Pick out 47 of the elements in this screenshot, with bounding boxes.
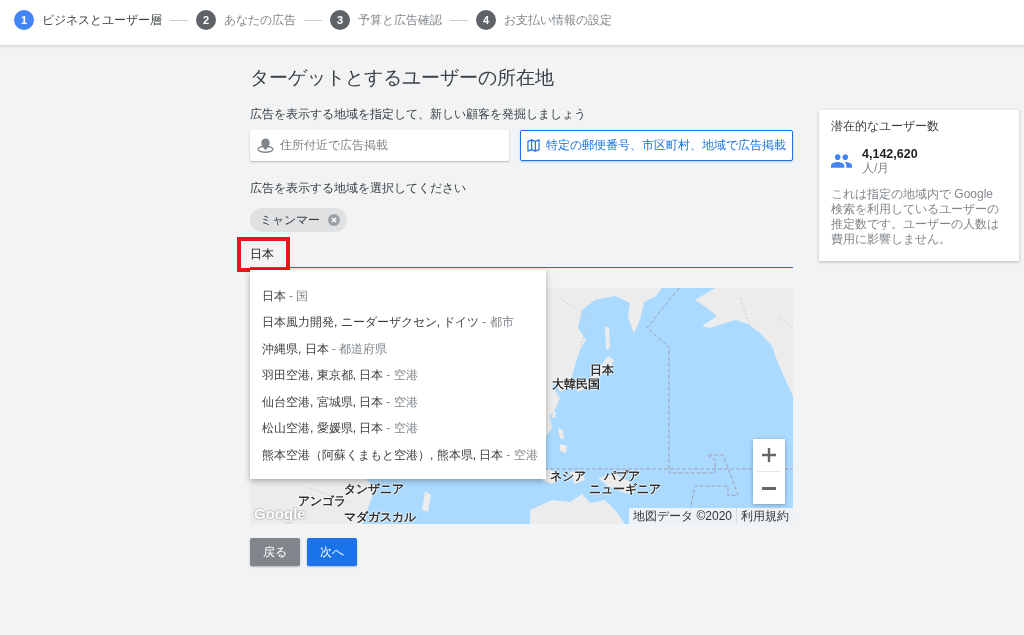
step-label: 予算と広告確認 (358, 12, 442, 28)
map-label: ニューギニア (589, 483, 661, 495)
location-radius-icon (257, 138, 274, 153)
suggestion-item[interactable]: 沖縄県, 日本 - 都道府県 (250, 336, 546, 363)
minus-icon (762, 486, 776, 490)
suggestion-item[interactable]: 日本 - 国 (250, 283, 546, 310)
intro-text: 広告を表示する地域を指定して、新しい顧客を発掘しましょう (250, 106, 587, 123)
count-unit: 人/月 (862, 161, 891, 175)
chip-label: ミャンマー (260, 211, 320, 229)
terms-link[interactable]: 利用規約 (736, 507, 793, 524)
select-label: 広告を表示する地域を選択してください (250, 180, 467, 197)
suggestion-item[interactable]: 熊本空港（阿蘇くまもと空港）, 熊本県, 日本 - 空港 (250, 442, 546, 469)
map-label: 日本 (590, 364, 614, 376)
remove-icon[interactable] (328, 214, 340, 226)
next-button[interactable]: 次へ (307, 538, 357, 566)
card-note: これは指定の地域内で Google 検索を利用しているユーザーの推定数です。ユーザーの人数は費用に影響しません。 (831, 187, 1000, 247)
back-button[interactable]: 戻る (250, 538, 300, 566)
suggestion-item[interactable]: 仙台空港, 宮城県, 日本 - 空港 (250, 389, 546, 416)
location-search-field[interactable]: 日本 (250, 240, 793, 268)
targeting-option-button[interactable]: 住所付近で広告掲載 (250, 130, 509, 161)
map-label: パプア (604, 470, 640, 482)
card-title: 潜在的なユーザー数 (831, 118, 940, 134)
suggestion-item[interactable]: 松山空港, 愛媛県, 日本 - 空港 (250, 415, 546, 442)
plus-icon (762, 448, 776, 462)
map-label: タンザニア (344, 483, 404, 495)
folded-map-icon (527, 139, 540, 152)
people-icon (831, 154, 852, 168)
map-label: マダガスカル (344, 511, 416, 523)
step-number: 4 (476, 10, 496, 30)
step-label: あなたの広告 (224, 12, 296, 28)
zoom-in-button[interactable] (753, 439, 785, 471)
zoom-out-button[interactable] (753, 472, 785, 504)
step-number: 1 (14, 10, 34, 30)
map-attribution: 地図データ ©2020 (632, 507, 733, 524)
user-count: 4,142,620 (862, 147, 918, 161)
step-label: ビジネスとユーザー層 (42, 12, 162, 28)
suggestion-item[interactable]: 日本風力開発, ニーダーザクセン, ドイツ - 都市 (250, 309, 546, 336)
step-number: 2 (196, 10, 216, 30)
map-label: ネシア (550, 470, 586, 482)
map-logo: Google (254, 506, 306, 522)
page-title: ターゲットとするユーザーの所在地 (250, 66, 555, 90)
map-label: 大韓民国 (552, 378, 600, 390)
map-label: アンゴラ (298, 495, 346, 507)
suggestion-item[interactable]: 羽田空港, 東京都, 日本 - 空港 (250, 362, 546, 389)
targeting-option-button[interactable]: 特定の郵便番号、市区町村、地域で広告掲載 (520, 130, 793, 161)
step-label: お支払い情報の設定 (504, 12, 612, 28)
step-number: 3 (330, 10, 350, 30)
